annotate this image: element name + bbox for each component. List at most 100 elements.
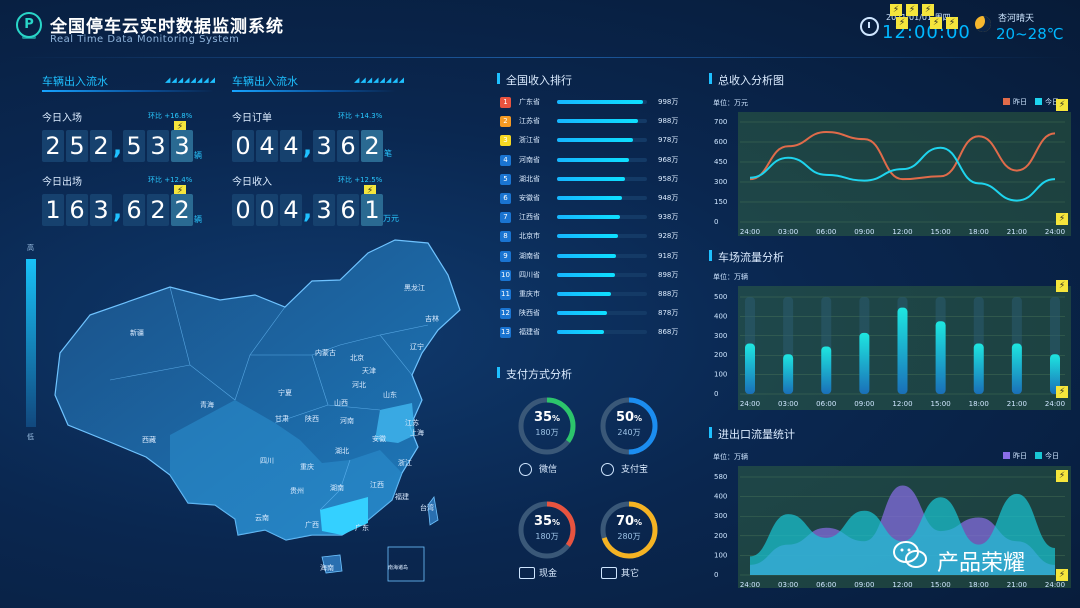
province-label: 台湾 <box>420 503 434 512</box>
x-tick-label: 18:00 <box>969 400 989 408</box>
province-label: 福建 <box>395 492 409 501</box>
rank-value: 988万 <box>658 117 679 126</box>
counter-digit: 6 <box>337 194 359 226</box>
counter-digit: 3 <box>90 194 112 226</box>
counter-digit: 5 <box>66 130 88 162</box>
y-tick-label: 700 <box>714 118 727 126</box>
ranking-row[interactable]: 5 湖北省 958万 <box>498 173 688 187</box>
counter-digit: 2 <box>147 194 169 226</box>
x-tick-label: 15:00 <box>931 228 951 236</box>
x-tick-label: 21:00 <box>1007 581 1027 589</box>
rank-badge: 11 <box>500 289 511 300</box>
rank-bar-track <box>557 215 647 220</box>
rank-name: 北京市 <box>519 232 540 241</box>
counter-digit: 0 <box>232 130 254 162</box>
ranking-row[interactable]: 10 四川省 898万 <box>498 269 688 283</box>
counter-digit: 6 <box>337 130 359 162</box>
rank-name: 福建省 <box>519 328 540 337</box>
rank-value: 868万 <box>658 328 679 337</box>
ranking-title: 全国收入排行 <box>506 74 572 87</box>
province-label: 宁夏 <box>278 388 292 397</box>
y-tick-label: 100 <box>714 371 727 379</box>
province-label: 浙江 <box>398 458 412 467</box>
bolt-icon: ⚡ <box>890 4 902 16</box>
province-label: 青海 <box>200 400 214 409</box>
page-subtitle: Real Time Data Monitoring System <box>50 34 240 45</box>
thousands-separator: , <box>113 132 123 160</box>
moon-icon <box>975 16 991 32</box>
section-bar <box>497 73 500 84</box>
bar <box>783 354 794 394</box>
line-series <box>749 130 1056 181</box>
income-chart-title: 总收入分析图 <box>718 74 784 87</box>
payment-donut[interactable] <box>517 500 577 560</box>
province-label: 海南 <box>320 563 334 572</box>
legend-label: 今日 <box>1045 451 1059 460</box>
ranking-row[interactable]: 6 安徽省 948万 <box>498 192 688 206</box>
province-label: 江苏 <box>405 418 419 427</box>
y-tick-label: 300 <box>714 178 727 186</box>
province-label: 陕西 <box>305 414 319 423</box>
today-orders-unit: 笔 <box>384 149 392 158</box>
rank-value: 888万 <box>658 290 679 298</box>
rank-bar-fill <box>557 215 620 220</box>
donut-amount: 180万 <box>535 428 559 437</box>
income-line-chart[interactable]: 700 600 450 300 150 0 24:00 03:00 06:00 09:00 12:0… <box>700 90 1075 240</box>
ranking-row[interactable]: 8 北京市 928万 <box>498 230 688 244</box>
ranking-row[interactable]: 7 江西省 938万 <box>498 211 688 225</box>
rank-bar-fill <box>557 176 626 181</box>
legend-label: 昨日 <box>1013 97 1027 106</box>
rank-name: 重庆市 <box>519 290 540 298</box>
ranking-row[interactable]: 13 福建省 868万 <box>498 326 688 340</box>
y-tick-label: 600 <box>714 138 727 146</box>
rank-badge: 7 <box>500 212 511 224</box>
payment-donut[interactable] <box>599 396 659 456</box>
wechat-icon <box>893 541 927 568</box>
rank-bar-track <box>557 196 647 200</box>
payment-label: 支付宝 <box>621 465 649 475</box>
today-out-ratio: 环比 +12.4% <box>148 176 193 184</box>
bar <box>973 343 984 394</box>
today-income-ratio: 环比 +12.5% <box>338 176 383 184</box>
rank-name: 江西省 <box>519 213 540 222</box>
x-tick-label: 24:00 <box>1045 581 1065 589</box>
rank-badge: 13 <box>500 327 511 339</box>
y-tick-label: 300 <box>714 512 727 520</box>
rank-bar-fill <box>557 157 629 162</box>
flow-left-underline <box>42 90 214 92</box>
counter-digit: 6 <box>123 194 145 226</box>
bolt-icon: ⚡ <box>1056 280 1068 292</box>
counter-digit: 0 <box>232 194 254 226</box>
flow-right-underline <box>232 90 396 92</box>
ranking-row[interactable]: 4 河南省 968万 <box>498 154 688 168</box>
payment-donut[interactable] <box>599 500 659 560</box>
section-bar <box>709 427 712 438</box>
china-map[interactable]: 黑龙江吉林辽宁 新疆内蒙古北京天津河北山西 山东 宁夏青海甘肃 陕西 河南 江苏安徽 上海西藏… <box>50 235 470 585</box>
rank-badge: 10 <box>500 269 511 281</box>
ranking-row[interactable]: 1 广东省 998万 <box>498 96 688 110</box>
alipay-icon <box>601 463 614 476</box>
map-legend-high: 高 <box>27 244 34 252</box>
x-tick-label: 06:00 <box>816 581 836 589</box>
x-tick-label: 24:00 <box>740 400 760 408</box>
y-tick-label: 0 <box>714 218 718 226</box>
province-label: 南海诸岛 <box>388 564 408 571</box>
bar <box>1011 343 1022 394</box>
bar <box>935 321 946 394</box>
ranking-row[interactable]: 3 浙江省 978万 <box>498 134 688 148</box>
ranking-row[interactable]: 12 陕西省 878万 <box>498 307 688 321</box>
x-tick-label: 06:00 <box>816 400 836 408</box>
rank-value: 978万 <box>658 136 679 145</box>
y-tick-label: 500 <box>714 293 727 301</box>
traffic-bar-chart[interactable]: 500 400 300 200 100 0 24:00 03:00 06:00 09:00 12:0… <box>700 278 1075 413</box>
x-tick-label: 03:00 <box>778 400 798 408</box>
parking-logo-icon: P <box>16 12 42 38</box>
ranking-row[interactable]: 2 江苏省 988万 <box>498 115 688 129</box>
bolt-icon: ⚡ <box>946 17 958 29</box>
bolt-icon: ⚡ <box>922 4 934 16</box>
thousands-separator: , <box>113 196 123 224</box>
ranking-row[interactable]: 11 重庆市 888万 <box>498 288 688 302</box>
payment-donut[interactable] <box>517 396 577 456</box>
ranking-row[interactable]: 9 湖南省 918万 <box>498 250 688 264</box>
wechat-pay-icon <box>519 463 532 476</box>
